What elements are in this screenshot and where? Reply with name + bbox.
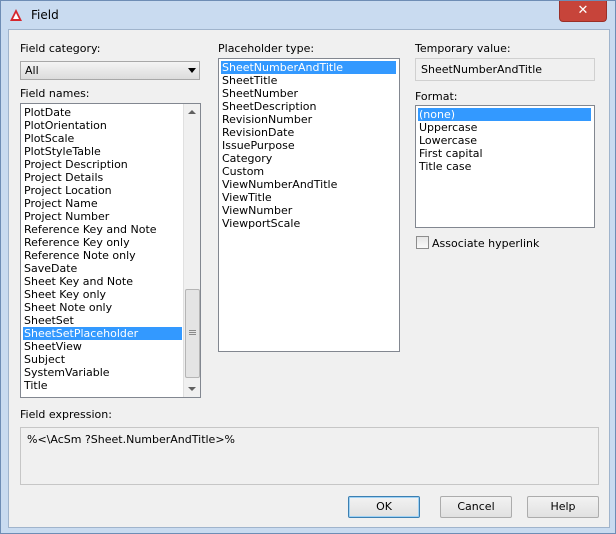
field-name-item[interactable]: PlotScale <box>23 132 182 145</box>
field-name-item[interactable]: SystemVariable <box>23 366 182 379</box>
placeholder-type-item[interactable]: ViewTitle <box>221 191 396 204</box>
field-name-item[interactable]: SaveDate <box>23 262 182 275</box>
temporary-value-text: SheetNumberAndTitle <box>421 63 543 76</box>
close-icon: ✕ <box>577 3 589 18</box>
format-item[interactable]: Title case <box>418 160 591 173</box>
field-expression-text: %<\AcSm ?Sheet.NumberAndTitle>% <box>27 433 235 446</box>
placeholder-type-item[interactable]: RevisionNumber <box>221 113 396 126</box>
field-expression-box[interactable]: %<\AcSm ?Sheet.NumberAndTitle>% <box>20 427 599 485</box>
cancel-button[interactable]: Cancel <box>440 496 512 518</box>
dialog-body: Field category: All Field names: PlotDat… <box>8 29 610 528</box>
format-item[interactable]: Lowercase <box>418 134 591 147</box>
field-name-item[interactable]: Reference Key only <box>23 236 182 249</box>
format-label: Format: <box>415 90 458 103</box>
scroll-up-arrow-icon[interactable] <box>184 104 200 120</box>
field-name-item[interactable]: Reference Note only <box>23 249 182 262</box>
field-name-item[interactable]: Project Name <box>23 197 182 210</box>
placeholder-type-item[interactable]: ViewportScale <box>221 217 396 230</box>
format-item[interactable]: First capital <box>418 147 591 160</box>
field-dialog: Field ✕ Field category: All Field names:… <box>0 0 616 534</box>
placeholder-type-item[interactable]: SheetTitle <box>221 74 396 87</box>
field-name-item[interactable]: PlotStyleTable <box>23 145 182 158</box>
field-name-item[interactable]: Project Description <box>23 158 182 171</box>
field-name-item[interactable]: Project Location <box>23 184 182 197</box>
placeholder-type-list[interactable]: SheetNumberAndTitle SheetTitle SheetNumber… <box>218 58 400 352</box>
window-title: Field <box>31 8 59 22</box>
field-name-item[interactable]: Project Details <box>23 171 182 184</box>
temporary-value-label: Temporary value: <box>415 42 511 55</box>
field-category-value: All <box>25 64 39 77</box>
field-name-item[interactable]: Sheet Key and Note <box>23 275 182 288</box>
field-names-list[interactable]: PlotDate PlotOrientation PlotScale PlotStyl… <box>20 103 201 398</box>
field-name-item[interactable]: PlotOrientation <box>23 119 182 132</box>
field-name-item[interactable]: Project Number <box>23 210 182 223</box>
temporary-value-field: SheetNumberAndTitle <box>415 58 595 81</box>
placeholder-type-item[interactable]: SheetDescription <box>221 100 396 113</box>
placeholder-type-item[interactable]: ViewNumberAndTitle <box>221 178 396 191</box>
autocad-logo-icon <box>10 9 22 21</box>
format-list[interactable]: (none) Uppercase Lowercase First capital Tit… <box>415 105 595 228</box>
field-name-item[interactable]: Title <box>23 379 182 392</box>
scrollbar-thumb[interactable] <box>185 289 200 378</box>
help-button[interactable]: Help <box>527 496 599 518</box>
field-expression-label: Field expression: <box>20 408 112 421</box>
field-names-label: Field names: <box>20 87 90 100</box>
field-name-item[interactable]: Sheet Key only <box>23 288 182 301</box>
placeholder-type-item[interactable]: Category <box>221 152 396 165</box>
field-name-item[interactable]: Subject <box>23 353 182 366</box>
placeholder-type-item[interactable]: SheetNumberAndTitle <box>221 61 396 74</box>
field-category-label: Field category: <box>20 42 101 55</box>
field-name-item[interactable]: PlotDate <box>23 106 182 119</box>
field-names-scrollbar[interactable] <box>183 104 200 397</box>
placeholder-type-item[interactable]: SheetNumber <box>221 87 396 100</box>
ok-button[interactable]: OK <box>348 496 420 518</box>
associate-hyperlink-checkbox[interactable] <box>416 236 429 249</box>
placeholder-type-item[interactable]: ViewNumber <box>221 204 396 217</box>
placeholder-type-item[interactable]: IssuePurpose <box>221 139 396 152</box>
field-name-item[interactable]: SheetView <box>23 340 182 353</box>
scroll-down-arrow-icon[interactable] <box>184 381 200 397</box>
field-name-item[interactable]: Sheet Note only <box>23 301 182 314</box>
title-bar[interactable]: Field ✕ <box>1 1 615 29</box>
field-name-item[interactable]: Reference Key and Note <box>23 223 182 236</box>
field-name-item[interactable]: SheetSetPlaceholder <box>23 327 182 340</box>
format-item[interactable]: Uppercase <box>418 121 591 134</box>
chevron-down-icon <box>188 68 196 73</box>
format-item[interactable]: (none) <box>418 108 591 121</box>
field-category-dropdown[interactable]: All <box>20 61 200 80</box>
placeholder-type-label: Placeholder type: <box>218 42 315 55</box>
placeholder-type-item[interactable]: Custom <box>221 165 396 178</box>
close-button[interactable]: ✕ <box>559 1 607 22</box>
field-name-item[interactable]: SheetSet <box>23 314 182 327</box>
placeholder-type-item[interactable]: RevisionDate <box>221 126 396 139</box>
associate-hyperlink-label: Associate hyperlink <box>432 237 540 250</box>
